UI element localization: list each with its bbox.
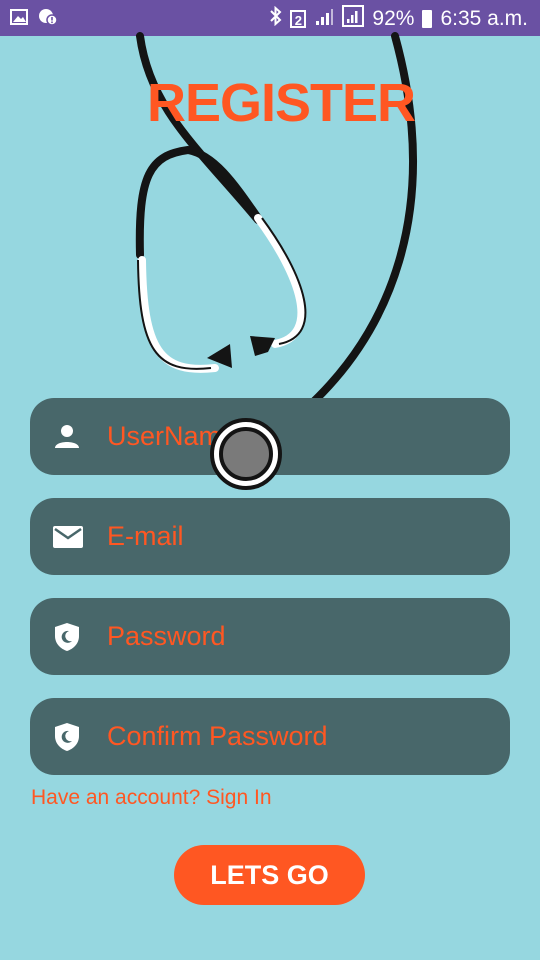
lets-go-button[interactable]: LETS GO [174,845,365,905]
shield-icon [52,722,82,752]
password-field[interactable]: Password [30,598,510,675]
person-icon [52,422,82,452]
password-placeholder: Password [107,621,226,651]
chest-piece-illustration [210,418,282,490]
mail-icon [52,522,83,552]
page-title: REGISTER [146,73,416,133]
email-field[interactable]: E-mail [30,498,510,575]
confirm-password-field[interactable]: Confirm Password [30,698,510,775]
confirm-password-placeholder: Confirm Password [107,721,328,751]
email-placeholder: E-mail [107,521,184,551]
shield-icon [52,622,82,652]
sign-in-link[interactable]: Have an account? Sign In [31,786,272,810]
